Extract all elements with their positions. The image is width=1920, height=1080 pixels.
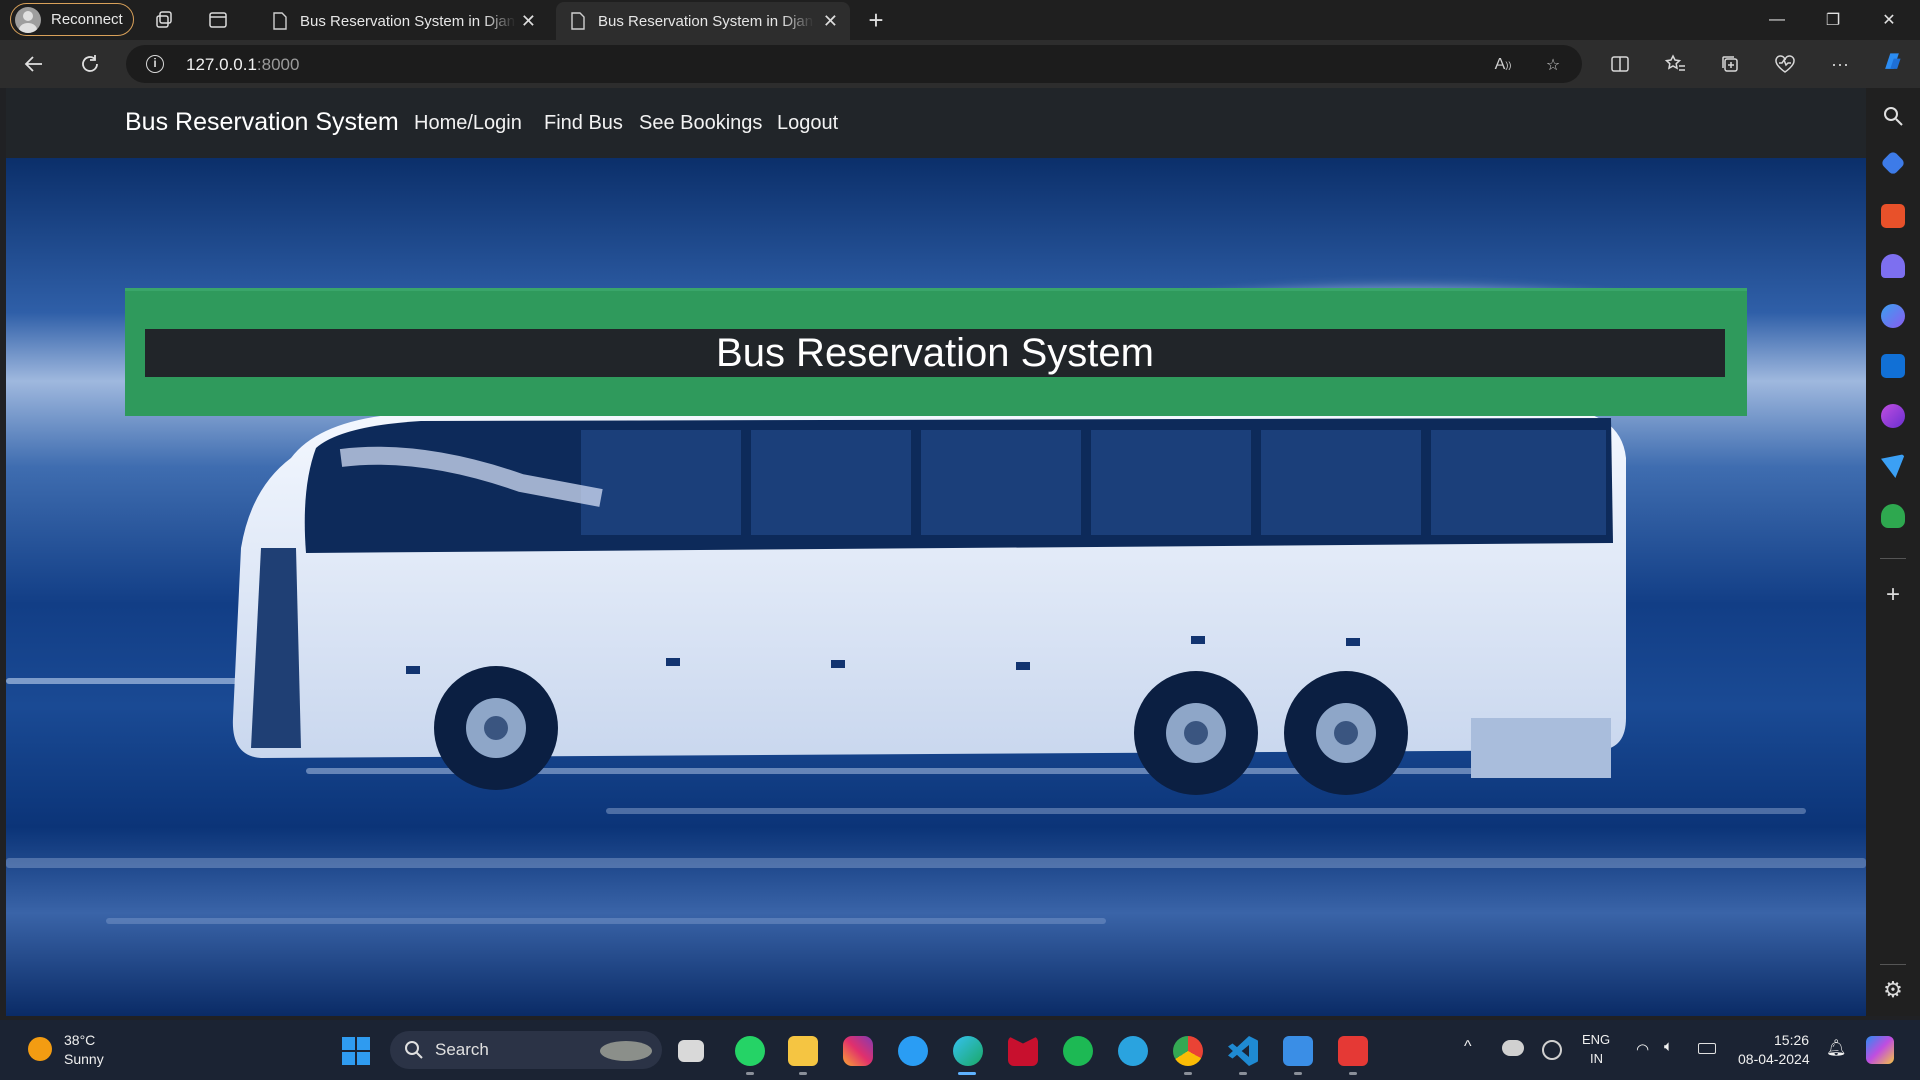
photos-icon[interactable]: [1283, 1036, 1313, 1066]
designer-icon[interactable]: [1881, 404, 1905, 428]
close-tab-icon[interactable]: ✕: [823, 11, 838, 32]
start-windows-icon[interactable]: [342, 1037, 370, 1065]
navbar-brand[interactable]: Bus Reservation System: [125, 108, 399, 137]
tree-icon[interactable]: [1881, 504, 1905, 528]
weather-temp[interactable]: 38°C: [64, 1032, 95, 1048]
workspaces-icon[interactable]: [152, 8, 176, 32]
tools-briefcase-icon[interactable]: [1881, 204, 1905, 228]
read-aloud-icon[interactable]: A)): [1492, 54, 1514, 76]
clock-date[interactable]: 08-04-2024: [1738, 1051, 1810, 1067]
more-options-icon[interactable]: ···: [1828, 52, 1852, 76]
tab-title: Bus Reservation System in Django: [598, 12, 814, 30]
collections-icon[interactable]: [1718, 52, 1742, 76]
taskbar-search[interactable]: Search: [390, 1031, 662, 1069]
tab-1[interactable]: Bus Reservation System in Django ✕: [258, 2, 548, 40]
hero-bus-image: Bus Reservation System: [6, 158, 1866, 1016]
site-navbar: Bus Reservation System Home/Login Find B…: [6, 88, 1866, 158]
minimize-button[interactable]: —: [1754, 6, 1800, 34]
onedrive-icon[interactable]: [1502, 1040, 1524, 1056]
tray-chevron-icon[interactable]: ^: [1464, 1038, 1472, 1056]
search-icon: [405, 1041, 423, 1059]
browser-toolbar: i 127.0.0.1:8000 A)) ☆ ···: [0, 40, 1920, 88]
windows-taskbar: 38°C Sunny Search ^ ENG IN ◠ 🔈︎ 15:26 08…: [0, 1020, 1920, 1080]
back-button[interactable]: [20, 50, 48, 78]
instagram-icon[interactable]: [843, 1036, 873, 1066]
nav-see-bookings[interactable]: See Bookings: [639, 112, 762, 135]
web-page: Bus Reservation System Home/Login Find B…: [6, 88, 1866, 1016]
search-label: Search: [435, 1040, 489, 1059]
notification-bell-icon[interactable]: 🔔︎: [1826, 1038, 1846, 1058]
close-window-button[interactable]: ✕: [1866, 6, 1912, 34]
send-icon[interactable]: [1881, 454, 1905, 478]
avatar-icon: [15, 6, 41, 33]
split-screen-icon[interactable]: [1608, 52, 1632, 76]
nav-home-login[interactable]: Home/Login: [414, 112, 522, 135]
copilot-taskbar-icon[interactable]: [1866, 1036, 1894, 1064]
wps-office-icon[interactable]: [1338, 1036, 1368, 1066]
battery-icon[interactable]: [1698, 1043, 1716, 1054]
browser-essentials-icon[interactable]: [1773, 52, 1797, 76]
jumbotron-title: Bus Reservation System: [716, 330, 1154, 375]
mcafee-icon[interactable]: [1008, 1036, 1038, 1066]
profile-label: Reconnect: [51, 11, 123, 28]
bus-illustration: [232, 408, 1626, 795]
tab-2-active[interactable]: Bus Reservation System in Django ✕: [556, 2, 850, 40]
search-icon[interactable]: [1881, 104, 1905, 128]
weather-sun-icon[interactable]: [28, 1037, 52, 1061]
browser-tab-strip: Reconnect Bus Reservation System in Djan…: [0, 0, 1920, 40]
favorite-star-icon[interactable]: ☆: [1542, 54, 1564, 76]
new-tab-button[interactable]: +: [864, 5, 888, 35]
jumbotron-title-bar: Bus Reservation System: [145, 329, 1725, 377]
tab-title: Bus Reservation System in Django: [300, 12, 516, 30]
chrome-icon[interactable]: [1173, 1036, 1203, 1066]
profile-button[interactable]: Reconnect: [10, 3, 134, 36]
jumbotron: Bus Reservation System: [125, 288, 1747, 416]
weather-condition[interactable]: Sunny: [64, 1051, 104, 1067]
site-info-icon[interactable]: i: [146, 55, 164, 73]
copilot-sidebar-icon[interactable]: [1881, 304, 1905, 328]
page-icon: [571, 12, 585, 30]
vertical-tabs-icon[interactable]: [206, 8, 230, 32]
search-highlight-icon: [600, 1041, 652, 1061]
clock-time[interactable]: 15:26: [1774, 1032, 1809, 1048]
get-help-icon[interactable]: [898, 1036, 928, 1066]
whatsapp-icon[interactable]: [735, 1036, 765, 1066]
games-chess-icon[interactable]: [1881, 254, 1905, 278]
spotify-icon[interactable]: [1063, 1036, 1093, 1066]
address-bar[interactable]: i 127.0.0.1:8000 A)) ☆: [126, 45, 1582, 83]
page-icon: [273, 12, 287, 30]
url-text: 127.0.0.1:8000: [186, 55, 300, 74]
refresh-button[interactable]: [76, 50, 104, 78]
language-code[interactable]: ENG: [1582, 1032, 1610, 1047]
add-icon[interactable]: +: [1881, 583, 1905, 608]
close-tab-icon[interactable]: ✕: [521, 11, 536, 32]
edge-sidebar: + ⚙: [1866, 88, 1920, 1016]
nav-logout[interactable]: Logout: [777, 112, 838, 135]
copilot-icon[interactable]: [1880, 50, 1904, 74]
telegram-icon[interactable]: [1118, 1036, 1148, 1066]
shopping-tag-icon[interactable]: [1880, 150, 1906, 176]
language-region[interactable]: IN: [1590, 1051, 1603, 1066]
restore-button[interactable]: ❐: [1810, 6, 1856, 34]
edge-icon[interactable]: [953, 1036, 983, 1066]
task-view-icon[interactable]: [678, 1040, 704, 1062]
volume-icon[interactable]: 🔈︎: [1664, 1038, 1673, 1055]
nav-find-bus[interactable]: Find Bus: [544, 112, 623, 135]
wifi-icon[interactable]: ◠: [1636, 1040, 1649, 1058]
outlook-icon[interactable]: [1881, 354, 1905, 378]
sync-icon[interactable]: [1542, 1040, 1562, 1060]
file-explorer-icon[interactable]: [788, 1036, 818, 1066]
favorites-icon[interactable]: [1663, 52, 1687, 76]
settings-gear-icon[interactable]: ⚙: [1881, 978, 1905, 1002]
vscode-icon[interactable]: [1228, 1036, 1258, 1066]
